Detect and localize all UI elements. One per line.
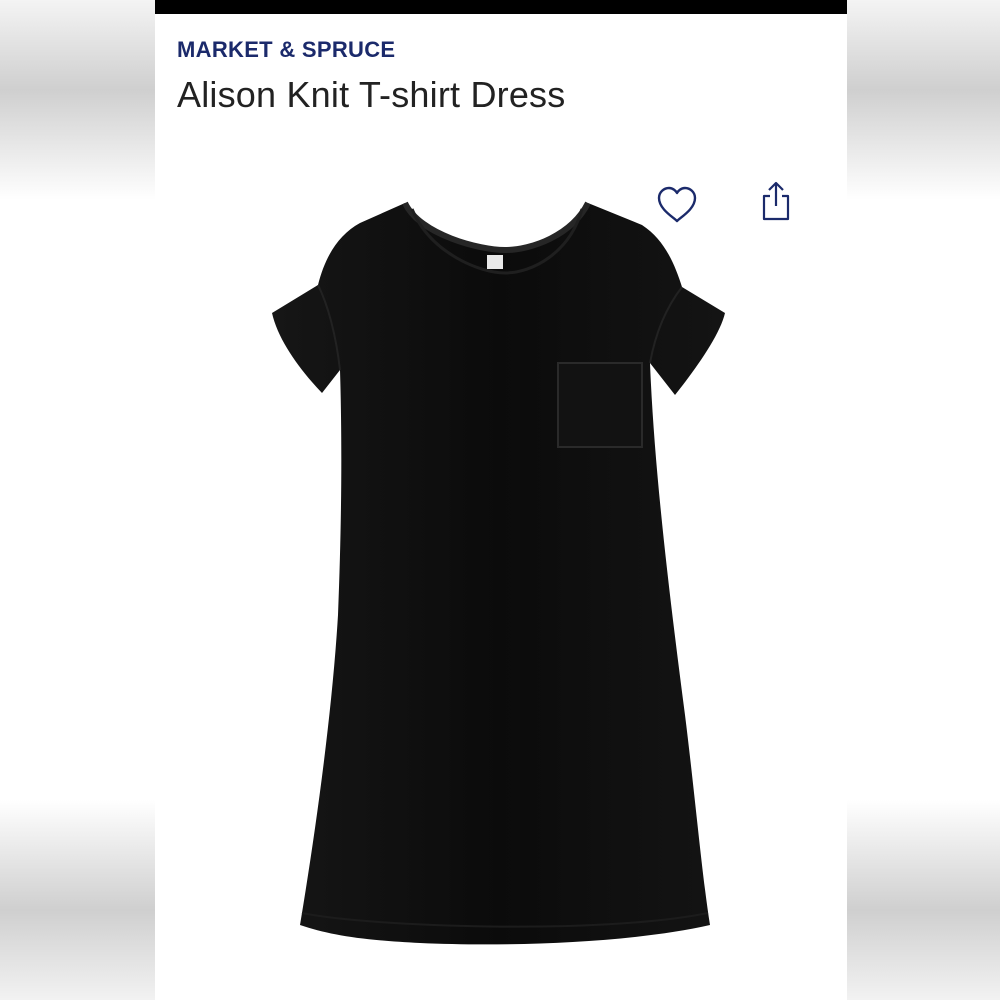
product-image <box>270 195 730 955</box>
right-blurred-backdrop <box>847 0 1000 1000</box>
dress-illustration <box>272 201 725 945</box>
dress-pocket <box>557 362 643 448</box>
share-icon <box>762 181 790 221</box>
product-panel: MARKET & SPRUCE Alison Knit T-shirt Dres… <box>155 0 847 1000</box>
brand-name[interactable]: MARKET & SPRUCE <box>177 37 395 63</box>
dress-label <box>487 255 503 269</box>
share-button[interactable] <box>759 180 793 222</box>
top-bar <box>155 0 847 14</box>
dress-body <box>272 203 725 945</box>
product-title: Alison Knit T-shirt Dress <box>177 74 566 115</box>
left-blurred-backdrop <box>0 0 155 1000</box>
